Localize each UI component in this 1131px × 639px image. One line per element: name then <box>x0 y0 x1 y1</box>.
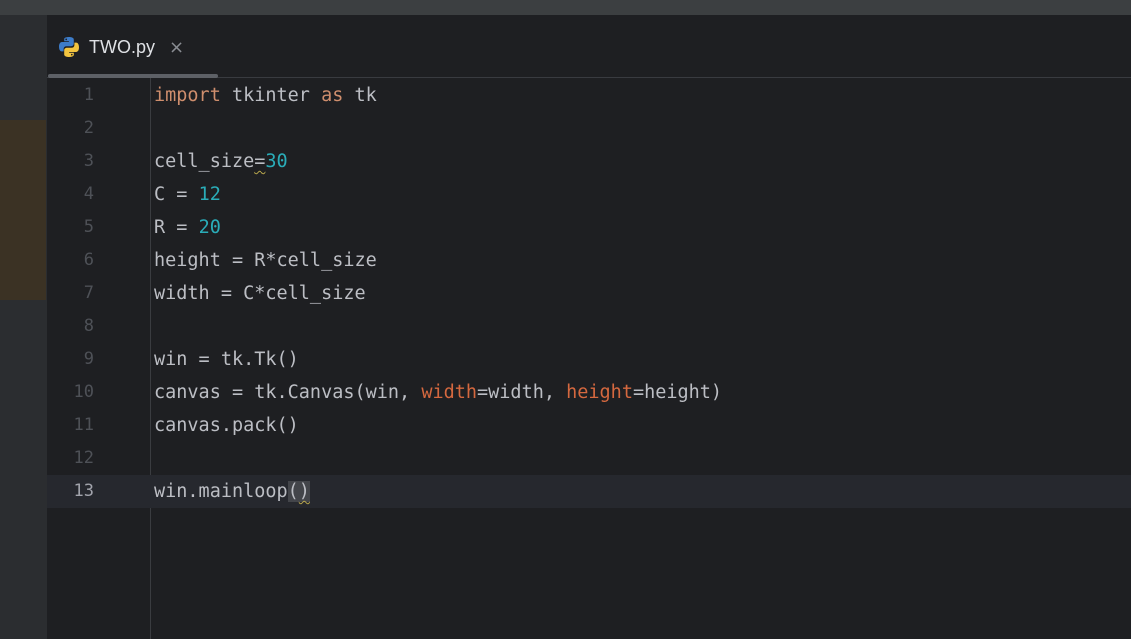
code-line[interactable]: 9 win = tk.Tk() <box>47 343 1131 376</box>
line-number: 9 <box>83 349 94 369</box>
tab-label: TWO.py <box>89 36 155 57</box>
code-line[interactable]: 4 C = 12 <box>47 178 1131 211</box>
code-token: =width, <box>477 382 567 403</box>
python-icon <box>59 37 79 57</box>
code-token: 30 <box>265 151 288 172</box>
code-token: win.mainloop <box>154 481 288 502</box>
code-editor[interactable]: 1 import tkinter as tk 2 3 cell_size=30 4 C = … <box>47 78 1131 639</box>
code-text: cell_size=30 <box>154 145 288 178</box>
code-line[interactable]: 10 canvas = tk.Canvas(win, width=width, h… <box>47 376 1131 409</box>
code-line[interactable]: 1 import tkinter as tk <box>47 79 1131 112</box>
code-line[interactable]: 7 width = C*cell_size <box>47 277 1131 310</box>
line-number: 5 <box>83 217 94 237</box>
code-token: C = <box>154 184 199 205</box>
code-token: height <box>566 382 633 403</box>
line-number: 12 <box>73 448 94 468</box>
line-number: 6 <box>83 250 94 270</box>
code-text: win.mainloop() <box>154 475 310 508</box>
code-line[interactable]: 13 win.mainloop() <box>47 475 1131 508</box>
code-token: height = R*cell_size <box>154 250 377 271</box>
code-token: canvas.pack() <box>154 415 299 436</box>
code-text: width = C*cell_size <box>154 277 366 310</box>
code-text: C = 12 <box>154 178 221 211</box>
line-number: 2 <box>83 118 94 138</box>
line-number: 11 <box>73 415 94 435</box>
line-number: 1 <box>83 85 94 105</box>
window-top-strip <box>0 0 1131 15</box>
line-number: 7 <box>83 283 94 303</box>
code-line[interactable]: 11 canvas.pack() <box>47 409 1131 442</box>
code-token: =height) <box>632 382 723 403</box>
line-number: 3 <box>83 151 94 171</box>
code-token: 20 <box>198 217 221 238</box>
code-token: 12 <box>198 184 221 205</box>
code-line[interactable]: 6 height = R*cell_size <box>47 244 1131 277</box>
code-text: R = 20 <box>154 211 221 244</box>
code-token: width <box>421 382 478 403</box>
editor-tab-bar: TWO.py × <box>47 15 1131 78</box>
code-token: ) <box>298 481 310 502</box>
code-text: win = tk.Tk() <box>154 343 299 376</box>
line-number: 13 <box>73 481 94 501</box>
code-token: as <box>321 85 344 106</box>
line-number: 8 <box>83 316 94 336</box>
code-line[interactable]: 3 cell_size=30 <box>47 145 1131 178</box>
left-strip-highlight <box>0 120 46 300</box>
code-token: R = <box>154 217 199 238</box>
code-text: canvas.pack() <box>154 409 299 442</box>
code-text: canvas = tk.Canvas(win, width=width, hei… <box>154 376 722 409</box>
code-text: height = R*cell_size <box>154 244 377 277</box>
code-token: cell_size <box>154 151 255 172</box>
code-token: import <box>154 85 221 106</box>
left-tool-strip <box>0 15 47 639</box>
close-icon[interactable]: × <box>169 37 184 58</box>
code-token: = <box>254 151 266 172</box>
code-token: width = C*cell_size <box>154 283 366 304</box>
code-line[interactable]: 12 <box>47 442 1131 475</box>
code-token: tk <box>343 85 377 106</box>
code-token: canvas = tk.Canvas(win, <box>154 382 422 403</box>
line-number: 10 <box>73 382 94 402</box>
code-token: ( <box>287 481 299 502</box>
tab-two-py[interactable]: TWO.py × <box>57 31 184 63</box>
code-text: import tkinter as tk <box>154 79 377 112</box>
code-line[interactable]: 8 <box>47 310 1131 343</box>
line-number: 4 <box>83 184 94 204</box>
code-line[interactable]: 5 R = 20 <box>47 211 1131 244</box>
code-line[interactable]: 2 <box>47 112 1131 145</box>
code-token: win = tk.Tk() <box>154 349 299 370</box>
code-token: tkinter <box>220 85 322 106</box>
